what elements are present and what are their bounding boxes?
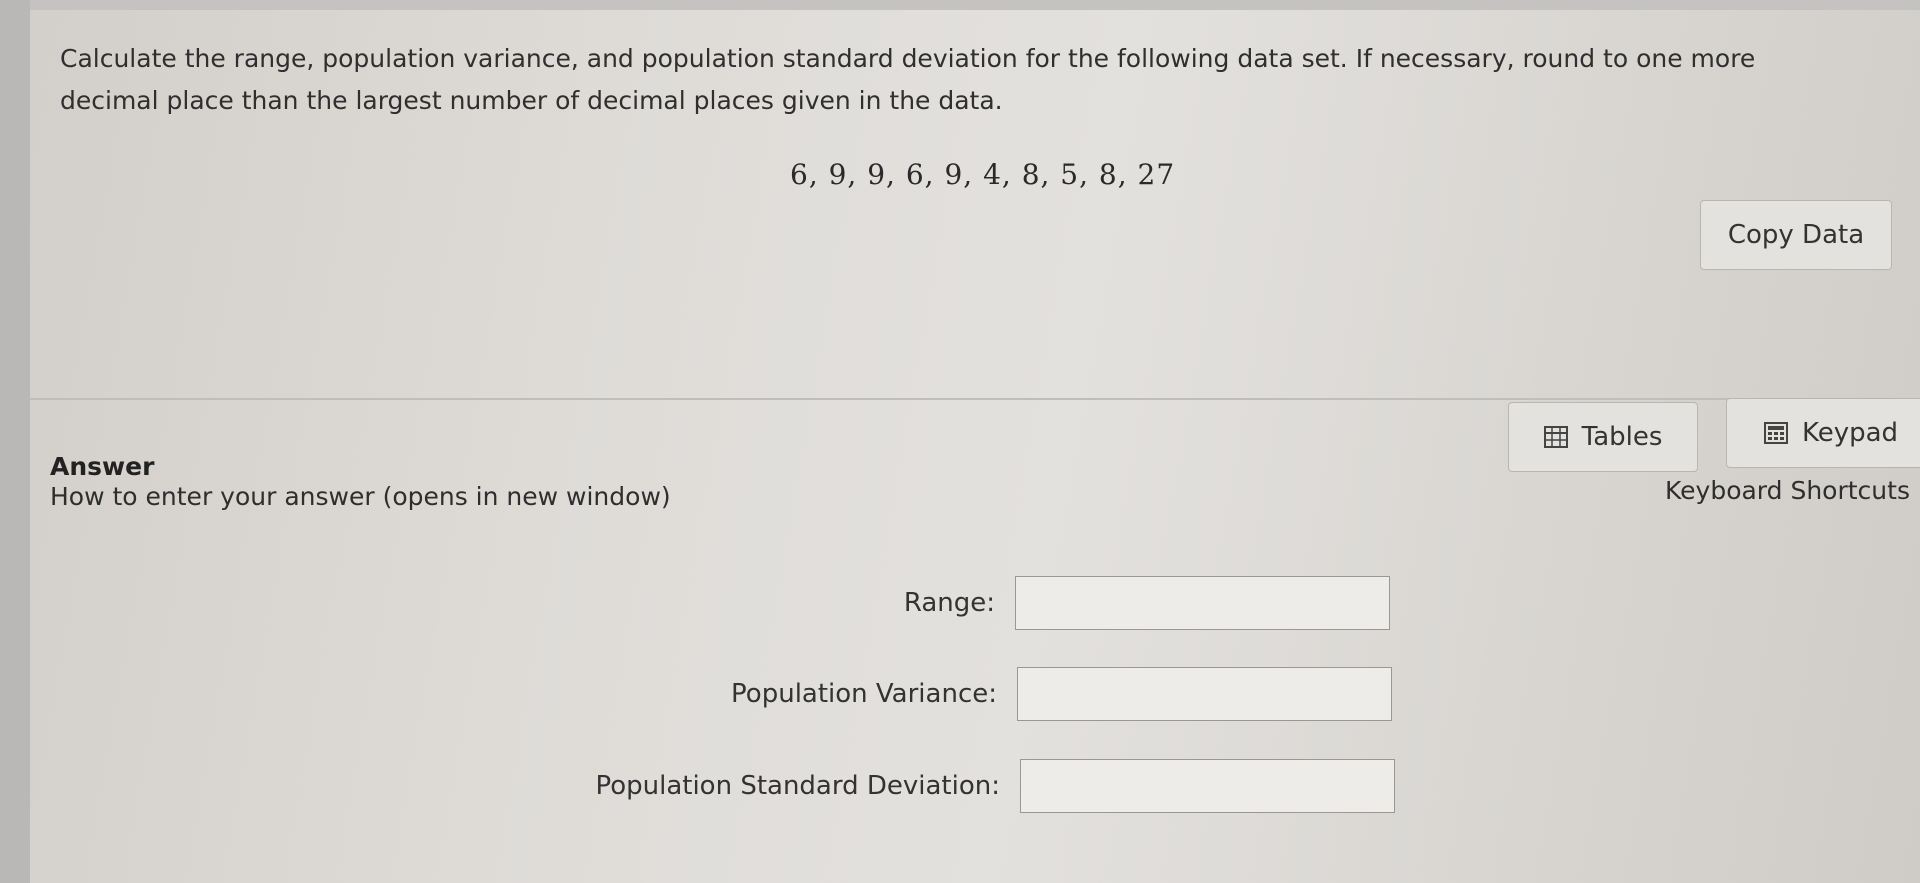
copy-data-button[interactable]: Copy Data: [1700, 200, 1892, 270]
keypad-label: Keypad: [1801, 418, 1899, 448]
population-variance-label: Population Variance:: [731, 679, 997, 709]
population-variance-input[interactable]: [1017, 667, 1392, 721]
keypad-button[interactable]: Keypad: [1726, 398, 1920, 468]
question-prompt: Calculate the range, population variance…: [60, 44, 1756, 115]
tables-label: Tables: [1581, 422, 1663, 452]
range-label: Range:: [903, 588, 995, 618]
section-divider: [30, 398, 1920, 400]
table-grid-icon: [1543, 426, 1568, 448]
tables-button[interactable]: Tables: [1508, 402, 1698, 472]
population-std-dev-label: Population Standard Deviation:: [595, 771, 1000, 801]
how-to-enter-answer-link[interactable]: How to enter your answer (opens in new w…: [50, 482, 671, 511]
range-input[interactable]: [1015, 576, 1390, 630]
data-set: 6, 9, 9, 6, 9, 4, 8, 5, 8, 27: [790, 158, 1176, 191]
top-strip: [30, 0, 1920, 10]
population-std-dev-input[interactable]: [1020, 759, 1395, 813]
left-rail: [0, 0, 30, 883]
keyboard-shortcuts-link[interactable]: Keyboard Shortcuts: [1665, 476, 1910, 505]
calculator-icon: [1763, 422, 1788, 444]
population-std-dev-row: Population Standard Deviation:: [580, 759, 1395, 813]
answer-heading: Answer: [50, 452, 155, 481]
population-variance-row: Population Variance:: [577, 667, 1392, 721]
copy-data-label: Copy Data: [1727, 220, 1865, 250]
range-row: Range:: [575, 576, 1390, 630]
